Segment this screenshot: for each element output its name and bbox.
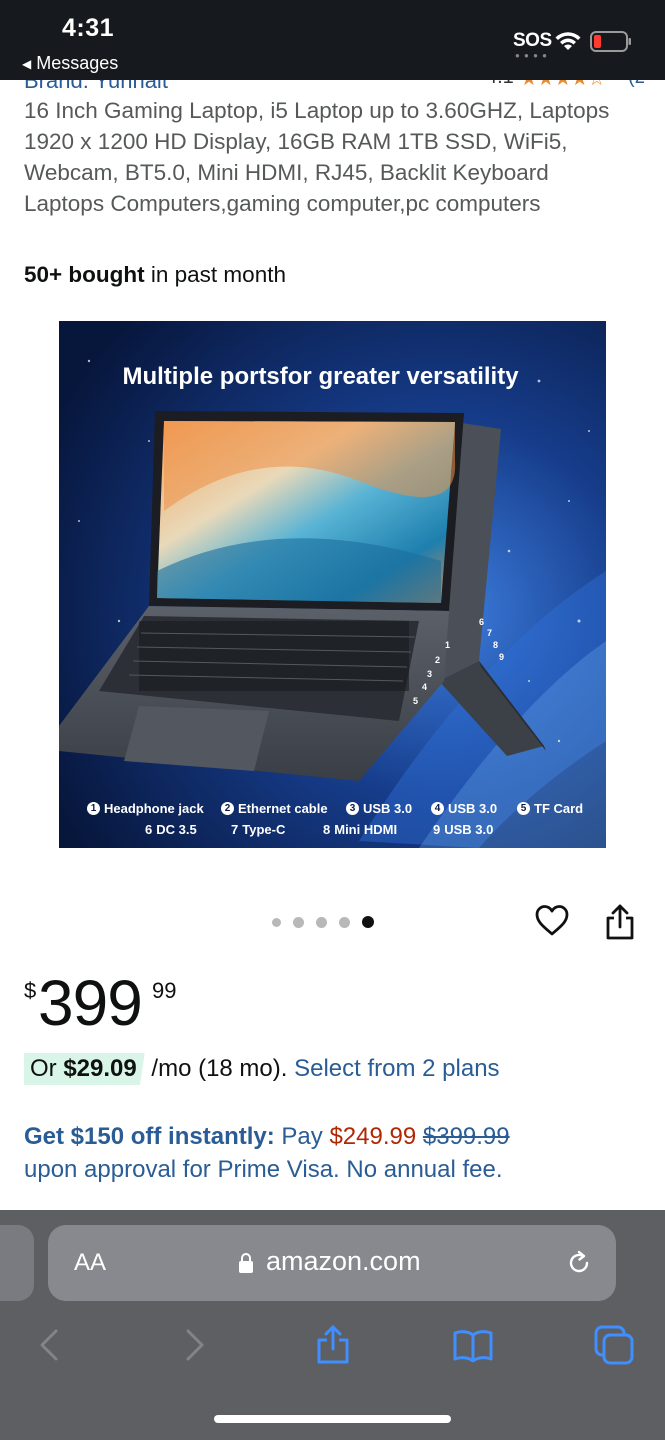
previous-tab-preview[interactable] — [0, 1225, 34, 1301]
svg-text:9: 9 — [499, 652, 504, 662]
product-title: 16 Inch Gaming Laptop, i5 Laptop up to 3… — [24, 98, 610, 216]
port-text: Ethernet cable — [238, 801, 328, 816]
monthly-payment-highlight: Or $29.09 — [24, 1053, 145, 1085]
carousel-dot-active[interactable] — [362, 916, 374, 928]
back-arrow-icon: ◀ — [22, 56, 32, 71]
tabs-icon[interactable] — [594, 1325, 634, 1365]
port-label: 9 USB 3.0 — [433, 822, 493, 837]
svg-text:5: 5 — [413, 696, 418, 706]
port-number-badge: 3 — [346, 802, 359, 815]
port-label: 3 USB 3.0 — [346, 801, 412, 816]
select-plans-link[interactable]: Select from 2 plans — [294, 1055, 499, 1082]
browser-toolbar — [0, 1315, 665, 1375]
bought-in-past-month: 50+ bought in past month — [24, 262, 286, 288]
status-bar: 4:31 ◀ Messages SOS ● ● ● ● — [0, 0, 665, 80]
signal-dots-icon: ● ● ● ● — [515, 51, 548, 60]
svg-text:4: 4 — [422, 682, 427, 692]
price-whole: 399 — [38, 967, 143, 1039]
port-label: 2 Ethernet cable — [221, 801, 328, 816]
share-icon[interactable] — [313, 1325, 353, 1365]
url-text: amazon.com — [266, 1246, 421, 1276]
port-label: 6 DC 3.5 — [145, 822, 197, 837]
reload-icon[interactable] — [564, 1248, 594, 1278]
laptop-illustration: 123 45 6789 — [59, 321, 606, 848]
promo-pay: Pay — [274, 1123, 330, 1150]
carousel-dot[interactable] — [339, 916, 350, 928]
port-number-badge: 2 — [221, 802, 234, 815]
back-icon[interactable] — [30, 1325, 70, 1365]
promo-list-price: $399.99 — [422, 1123, 510, 1150]
product-image[interactable]: 123 45 6789 Multiple portsfor greater ve… — [59, 321, 606, 848]
promo-sale-price: $249.99 — [329, 1123, 417, 1150]
price-fraction: 99 — [152, 978, 177, 1003]
carousel-dot[interactable] — [316, 916, 327, 928]
heart-icon[interactable] — [534, 903, 570, 939]
port-text: Mini HDMI — [334, 822, 398, 837]
svg-text:1: 1 — [445, 640, 450, 650]
carousel-dot[interactable] — [293, 916, 304, 928]
port-text: USB 3.0 — [448, 801, 498, 816]
financing-line: Or $29.09 /mo (18 mo). Select from 2 pla… — [24, 1053, 500, 1085]
carousel-dot[interactable] — [272, 917, 281, 927]
bookmarks-icon[interactable] — [453, 1325, 493, 1365]
port-number: 7 — [231, 822, 239, 837]
price-currency: $ — [24, 978, 37, 1003]
port-number: 9 — [433, 822, 441, 837]
port-number-badge: 1 — [87, 802, 100, 815]
bought-suffix: in past month — [144, 262, 286, 287]
port-text: USB 3.0 — [444, 822, 494, 837]
port-text: DC 3.5 — [156, 822, 197, 837]
back-to-messages[interactable]: ◀ Messages — [22, 53, 118, 74]
image-heading: Multiple portsfor greater versatility — [122, 363, 519, 390]
wifi-icon — [555, 32, 581, 50]
port-number-badge: 5 — [517, 802, 530, 815]
forward-icon[interactable] — [174, 1325, 214, 1365]
clock: 4:31 — [62, 14, 115, 42]
svg-text:3: 3 — [427, 669, 432, 679]
home-indicator[interactable] — [214, 1415, 451, 1423]
share-icon[interactable] — [604, 903, 636, 941]
svg-text:8: 8 — [493, 640, 498, 650]
svg-text:2: 2 — [435, 655, 440, 665]
address-bar[interactable]: AA amazon.com — [48, 1225, 616, 1301]
port-label: 8 Mini HDMI — [323, 822, 397, 837]
port-number: 8 — [323, 822, 331, 837]
port-text: TF Card — [534, 801, 584, 816]
port-number-badge: 4 — [431, 802, 444, 815]
promo-headline: Get $150 off instantly: — [24, 1123, 275, 1150]
prime-visa-promo[interactable]: Get $150 off instantly: Pay $249.99 $399… — [24, 1120, 644, 1186]
port-text: USB 3.0 — [363, 801, 413, 816]
port-text: Headphone jack — [104, 801, 204, 816]
monthly-amount: $29.09 — [63, 1055, 137, 1082]
financing-prefix: Or — [30, 1055, 64, 1082]
svg-text:6: 6 — [479, 617, 484, 627]
reader-options-button[interactable]: AA — [74, 1249, 106, 1277]
port-label: 1 Headphone jack — [87, 801, 204, 816]
port-label: 7 Type-C — [231, 822, 285, 837]
promo-details: upon approval for Prime Visa. No annual … — [24, 1156, 503, 1183]
port-label: 4 USB 3.0 — [431, 801, 497, 816]
sos-indicator: SOS — [513, 30, 552, 51]
lock-icon — [239, 1253, 253, 1273]
carousel-indicator[interactable] — [272, 916, 374, 928]
port-text: Type-C — [242, 822, 286, 837]
battery-icon — [590, 31, 631, 52]
financing-term: /mo (18 mo). — [144, 1055, 295, 1082]
bought-count: 50+ bought — [24, 262, 145, 287]
svg-text:7: 7 — [487, 628, 492, 638]
back-label: Messages — [36, 53, 119, 73]
safari-bottom-bar: AA amazon.com — [0, 1210, 665, 1440]
port-label: 5 TF Card — [517, 801, 583, 816]
port-number: 6 — [145, 822, 153, 837]
